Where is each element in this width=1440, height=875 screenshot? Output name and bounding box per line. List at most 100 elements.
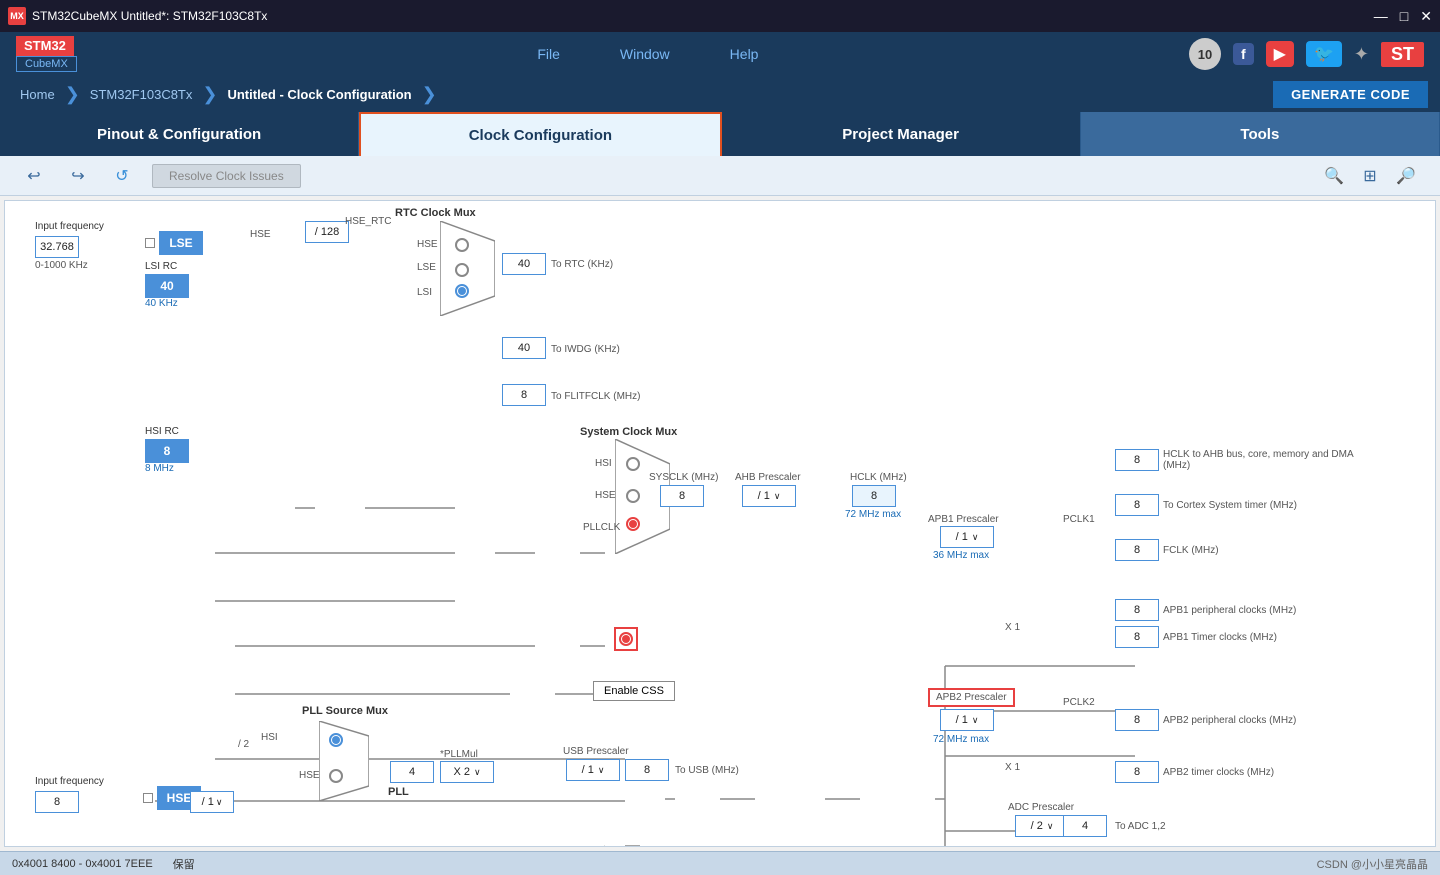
menu-items: File Window Help bbox=[107, 32, 1189, 76]
maximize-button[interactable]: □ bbox=[1400, 8, 1408, 25]
usb-div-box[interactable]: / 1 ∨ bbox=[566, 759, 620, 781]
apb2-x1-label: X 1 bbox=[1005, 759, 1020, 773]
breadcrumb-sep-3: ❯ bbox=[422, 84, 437, 105]
enable-css-button[interactable]: Enable CSS bbox=[593, 681, 675, 701]
hsi-value-box[interactable]: 8 bbox=[145, 439, 189, 463]
lse-rtc-mux-label: LSE bbox=[417, 259, 436, 273]
sys-pll-label: PLLCLK bbox=[583, 519, 620, 533]
breadcrumb-current: Untitled - Clock Configuration bbox=[219, 87, 419, 102]
diagram-canvas: Input frequency 32.768 0-1000 KHz LSE LS… bbox=[4, 200, 1436, 847]
apb1-periph-label: APB1 peripheral clocks (MHz) bbox=[1163, 602, 1296, 616]
apb1-periph-box[interactable]: 8 bbox=[1115, 599, 1159, 621]
tab-project[interactable]: Project Manager bbox=[722, 112, 1081, 156]
to-adc-label: To ADC 1,2 bbox=[1115, 818, 1166, 832]
apb2-timer-label: APB2 timer clocks (MHz) bbox=[1163, 764, 1274, 778]
apb1-timer-label: APB1 Timer clocks (MHz) bbox=[1163, 629, 1277, 643]
apb1-x1-label: X 1 bbox=[1005, 619, 1020, 633]
tab-pinout[interactable]: Pinout & Configuration bbox=[0, 112, 359, 156]
pll-src-mux bbox=[319, 721, 369, 804]
menu-window[interactable]: Window bbox=[590, 32, 700, 76]
cortex-timer-label: To Cortex System timer (MHz) bbox=[1163, 497, 1297, 511]
hse-label-top: HSE bbox=[250, 226, 271, 240]
pll-radio-hsi[interactable] bbox=[329, 733, 343, 747]
zoom-out-button[interactable]: 🔎 bbox=[1392, 162, 1420, 190]
generate-code-button[interactable]: GENERATE CODE bbox=[1273, 81, 1428, 108]
toolbar: ↩ ↪ ↺ Resolve Clock Issues 🔍 ⊞ 🔎 bbox=[0, 156, 1440, 196]
pll-radio-hse[interactable] bbox=[329, 765, 343, 783]
apb2-prescaler-label: APB2 Prescaler bbox=[928, 688, 1015, 707]
rtc-radio-lsi[interactable] bbox=[455, 284, 469, 298]
sys-radio-hsi[interactable] bbox=[626, 453, 640, 471]
hse-pll-label: HSE bbox=[299, 767, 320, 781]
to-flitfclk-box[interactable]: 8 bbox=[502, 384, 546, 406]
redo-button[interactable]: ↪ bbox=[64, 162, 92, 190]
hclk-ahb-box[interactable]: 8 bbox=[1115, 449, 1159, 471]
pll-in-box[interactable]: 4 bbox=[390, 761, 434, 783]
apb1-max-label: 36 MHz max bbox=[933, 547, 989, 561]
facebook-icon: f bbox=[1233, 43, 1254, 65]
fit-screen-button[interactable]: ⊞ bbox=[1356, 162, 1384, 190]
sys-clk-mux-label: System Clock Mux bbox=[580, 426, 677, 438]
to-iwdg-box[interactable]: 40 bbox=[502, 337, 546, 359]
undo-button[interactable]: ↩ bbox=[20, 162, 48, 190]
lse-connector bbox=[145, 238, 155, 248]
ahb-div-box[interactable]: / 1 ∨ bbox=[742, 485, 796, 507]
menu-help[interactable]: Help bbox=[700, 32, 789, 76]
adc-div-box[interactable]: / 2 ∨ bbox=[1015, 815, 1069, 837]
tabbar: Pinout & Configuration Clock Configurati… bbox=[0, 112, 1440, 156]
breadcrumb-sep-1: ❯ bbox=[65, 84, 80, 105]
hclk-box[interactable]: 8 bbox=[852, 485, 896, 507]
adc-val-box[interactable]: 4 bbox=[1063, 815, 1107, 837]
div128-box[interactable]: / 128 bbox=[305, 221, 349, 243]
hsi-div2-label: / 2 bbox=[238, 736, 249, 750]
minimize-button[interactable]: — bbox=[1374, 8, 1388, 25]
apb2-div-box[interactable]: / 1 ∨ bbox=[940, 709, 994, 731]
to-rtc-box[interactable]: 40 bbox=[502, 253, 546, 275]
apb1-prescaler-label: APB1 Prescaler bbox=[928, 511, 999, 525]
resolve-clock-button[interactable]: Resolve Clock Issues bbox=[152, 164, 301, 188]
close-button[interactable]: ✕ bbox=[1420, 8, 1432, 25]
logo: STM32 CubeMX bbox=[16, 36, 77, 73]
menu-file[interactable]: File bbox=[507, 32, 590, 76]
app-title: STM32CubeMX Untitled*: STM32F103C8Tx bbox=[32, 9, 1374, 23]
lsi-value-box[interactable]: 40 bbox=[145, 274, 189, 298]
watermark: CSDN @小小星亮晶晶 bbox=[1317, 856, 1428, 872]
zoom-in-button[interactable]: 🔍 bbox=[1320, 162, 1348, 190]
breadcrumb: Home ❯ STM32F103C8Tx ❯ Untitled - Clock … bbox=[0, 76, 1440, 112]
sys-radio-hse[interactable] bbox=[626, 485, 640, 503]
hse-rtc-label: HSE_RTC bbox=[345, 213, 392, 227]
sysclk-label: SYSCLK (MHz) bbox=[649, 469, 718, 483]
breadcrumb-home[interactable]: Home bbox=[12, 87, 63, 102]
apb1-div-box[interactable]: / 1 ∨ bbox=[940, 526, 994, 548]
tab-tools[interactable]: Tools bbox=[1081, 112, 1440, 156]
fclk-label: FCLK (MHz) bbox=[1163, 542, 1219, 556]
sysclk-box[interactable]: 8 bbox=[660, 485, 704, 507]
tab-clock[interactable]: Clock Configuration bbox=[359, 112, 721, 156]
breadcrumb-device[interactable]: STM32F103C8Tx bbox=[82, 87, 201, 102]
rtc-radio-hse[interactable] bbox=[455, 234, 469, 252]
lse-value: LSE bbox=[159, 231, 203, 255]
rtc-radio-lse[interactable] bbox=[455, 259, 469, 277]
to-flitfclk-label: To FLITFCLK (MHz) bbox=[551, 388, 640, 402]
to-usb-label: To USB (MHz) bbox=[675, 762, 739, 776]
lse-input-box[interactable]: 32.768 bbox=[35, 236, 79, 258]
rtc-mux-label: RTC Clock Mux bbox=[395, 207, 476, 219]
apb2-periph-box[interactable]: 8 bbox=[1115, 709, 1159, 731]
input-freq-label-1: Input frequency 32.768 0-1000 KHz bbox=[35, 221, 104, 271]
hse-div-box[interactable]: / 1 ∨ bbox=[190, 791, 234, 813]
cortex-timer-box[interactable]: 8 bbox=[1115, 494, 1159, 516]
apb2-timer-box[interactable]: 8 bbox=[1115, 761, 1159, 783]
pllclk-selected-radio[interactable] bbox=[614, 627, 638, 651]
lse-block: LSE bbox=[145, 231, 203, 255]
app-icon: MX bbox=[8, 7, 26, 25]
hse-input-box[interactable]: 8 bbox=[35, 791, 79, 813]
sys-radio-pll[interactable] bbox=[626, 517, 640, 531]
address-range: 0x4001 8400 - 0x4001 7EEE bbox=[12, 858, 153, 870]
hsi-rc-block: HSI RC 8 8 MHz bbox=[145, 426, 189, 474]
fclk-box[interactable]: 8 bbox=[1115, 539, 1159, 561]
pll-mul-box[interactable]: X 2 ∨ bbox=[440, 761, 494, 783]
apb1-timer-box[interactable]: 8 bbox=[1115, 626, 1159, 648]
sys-hsi-label: HSI bbox=[595, 455, 612, 469]
usb-val-box[interactable]: 8 bbox=[625, 759, 669, 781]
refresh-button[interactable]: ↺ bbox=[108, 162, 136, 190]
